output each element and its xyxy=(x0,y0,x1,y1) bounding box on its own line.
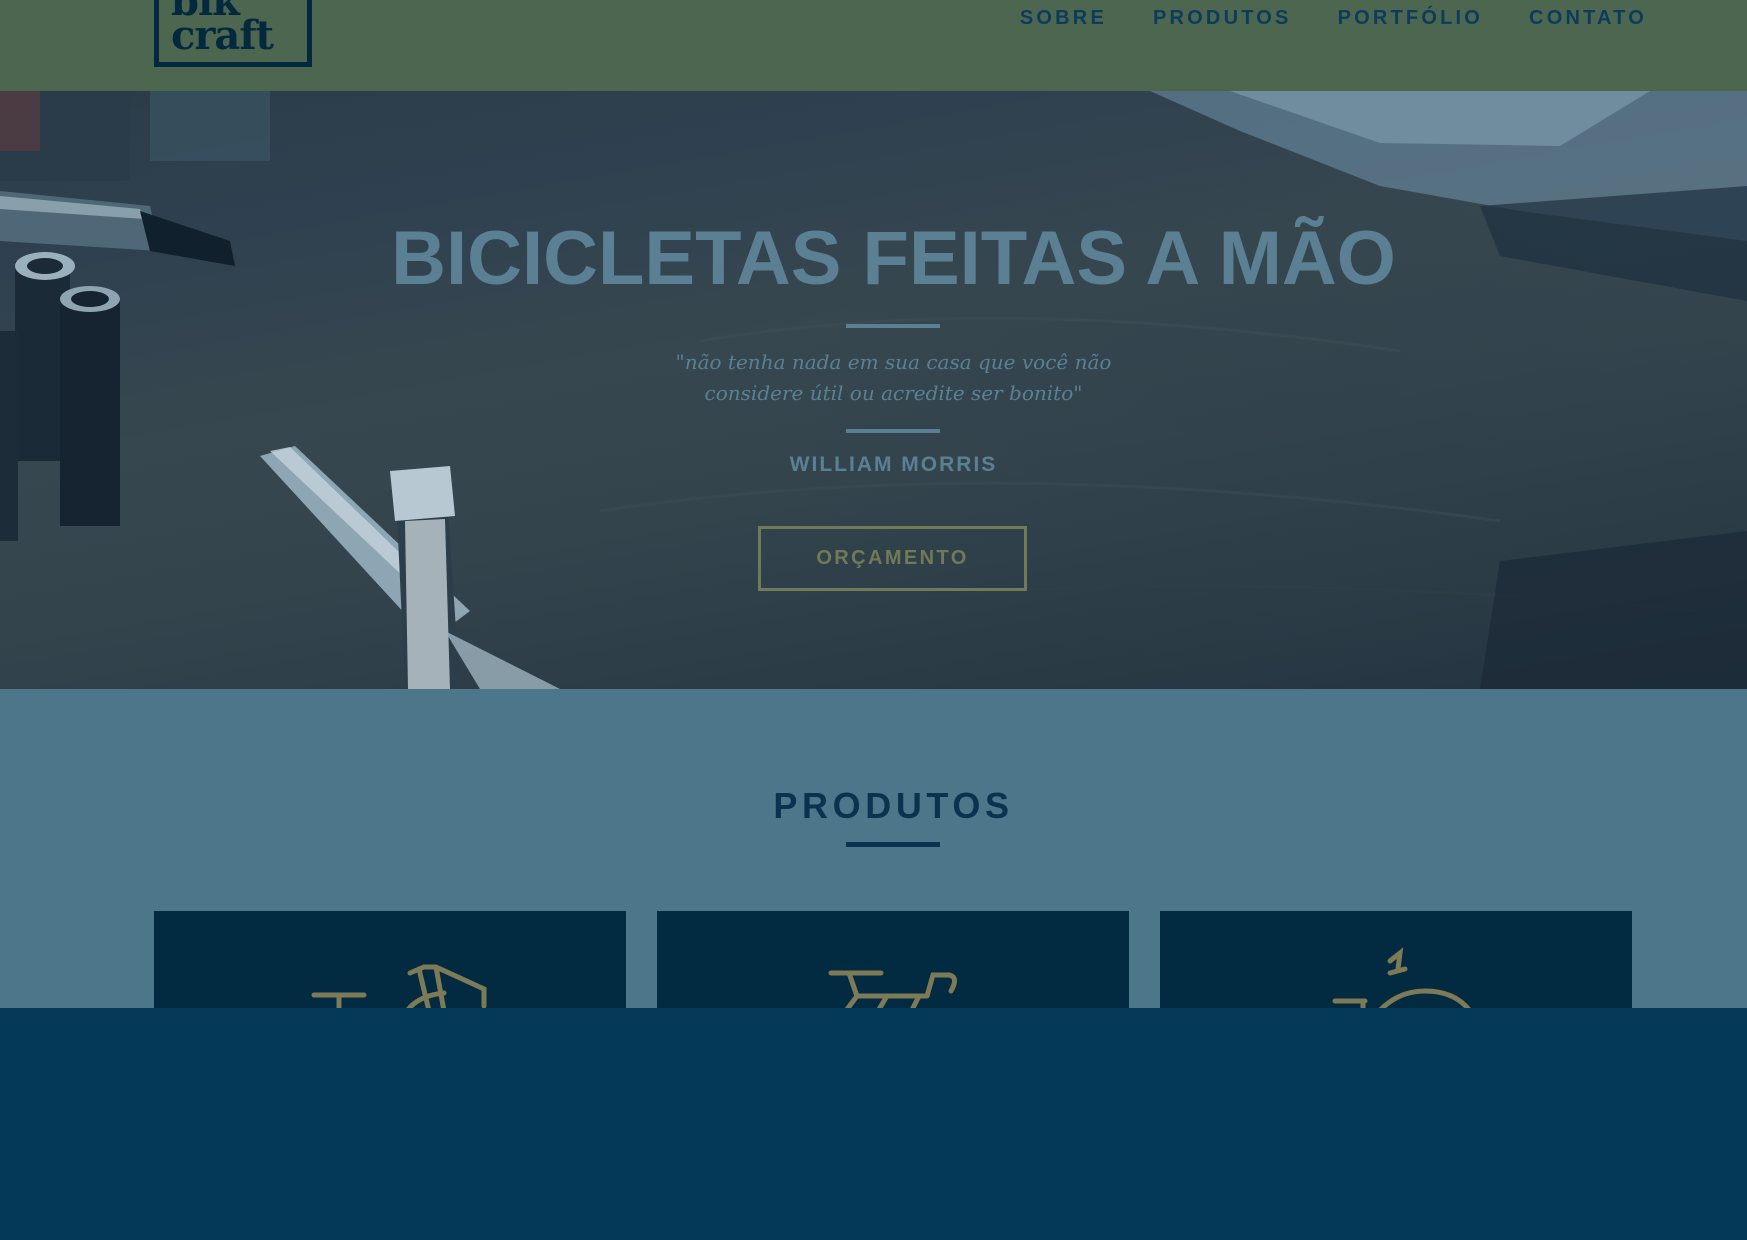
hero-section: BICICLETAS FEITAS A MÃO "não tenha nada … xyxy=(0,91,1747,689)
bicycle-basket-icon xyxy=(311,964,487,1008)
bottom-overlay-band xyxy=(0,1008,1747,1240)
hero-title: BICICLETAS FEITAS A MÃO xyxy=(391,216,1396,301)
hero-divider-bottom xyxy=(846,429,940,433)
bicycle-icon xyxy=(828,970,957,1008)
nav-link-portfolio[interactable]: PORTFÓLIO xyxy=(1338,6,1483,30)
product-card-3[interactable] xyxy=(1160,911,1632,1008)
site-header: bik craft SOBRE PRODUTOS PORTFÓLIO CONTA… xyxy=(0,0,1747,91)
product-card-1[interactable] xyxy=(154,911,626,1008)
nav-link-sobre[interactable]: SOBRE xyxy=(1020,6,1107,30)
produtos-divider xyxy=(846,842,940,847)
nav-link-contato[interactable]: CONTATO xyxy=(1529,6,1647,30)
hero-quote-line-2: considere útil ou acredite ser bonito" xyxy=(704,381,1083,405)
hero-quote-line-1: "não tenha nada em sua casa que você não xyxy=(675,350,1112,374)
logo-text: bik craft xyxy=(171,0,274,59)
hero-divider-top xyxy=(846,324,940,328)
main-nav: SOBRE PRODUTOS PORTFÓLIO CONTATO xyxy=(1020,6,1647,30)
motorbike-icon xyxy=(1332,947,1471,1008)
produtos-heading: PRODUTOS xyxy=(773,785,1014,826)
nav-link-produtos[interactable]: PRODUTOS xyxy=(1153,6,1292,30)
hero-quote: "não tenha nada em sua casa que você não… xyxy=(0,347,1747,409)
product-card-2[interactable] xyxy=(657,911,1129,1008)
orcamento-button[interactable]: ORÇAMENTO xyxy=(758,526,1027,591)
produtos-section: PRODUTOS xyxy=(0,689,1747,1008)
logo-line-craft: craft xyxy=(171,12,274,59)
hero-quote-author: WILLIAM MORRIS xyxy=(789,453,998,476)
bikcraft-logo[interactable]: bik craft xyxy=(154,0,312,67)
